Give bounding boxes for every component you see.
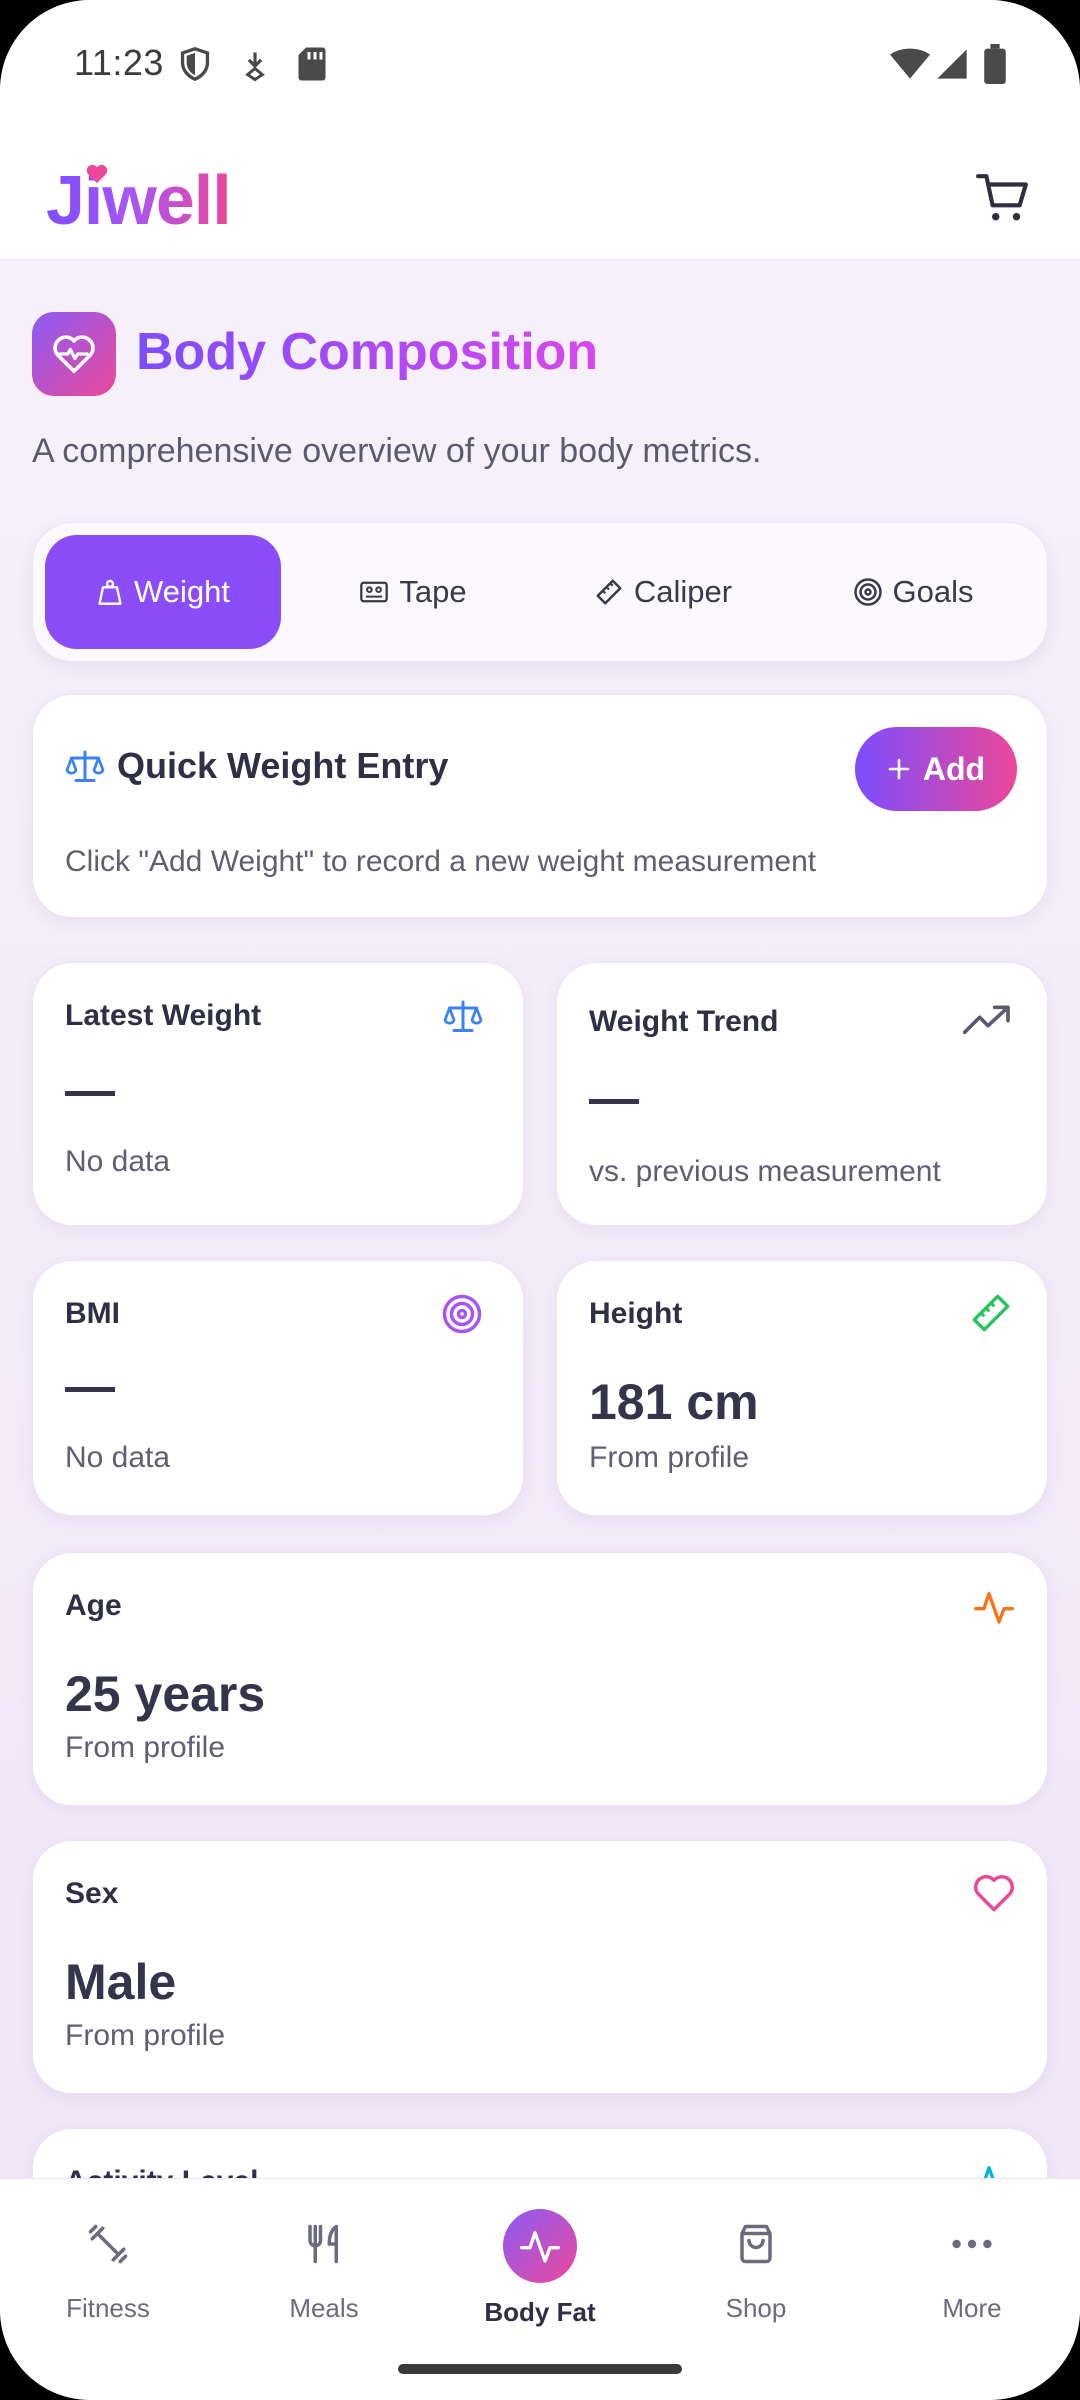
weight-trend-card[interactable]: Weight Trend — vs. previous measurement <box>556 962 1048 1226</box>
tab-caliper-label: Caliper <box>633 574 733 609</box>
card-title: Sex <box>65 1877 119 1910</box>
dumbbell-icon <box>73 2209 143 2279</box>
battery-icon <box>984 44 1006 84</box>
measurement-tabs: Weight Tape Caliper Goals <box>32 522 1048 662</box>
latest-weight-card[interactable]: Latest Weight — No data <box>32 962 524 1226</box>
activity-icon <box>974 1592 1014 1624</box>
utensils-icon <box>289 2209 359 2279</box>
home-indicator[interactable] <box>398 2364 682 2374</box>
activity-icon <box>983 2166 995 2178</box>
nav-body-fat[interactable]: Body Fat <box>450 2209 630 2349</box>
nav-meals-label: Meals <box>289 2293 359 2323</box>
tape-icon <box>360 581 389 603</box>
card-title: Latest Weight <box>65 999 262 1032</box>
card-note: No data <box>65 1441 171 1474</box>
card-value: 25 years <box>65 1666 266 1722</box>
weight-icon <box>98 579 122 605</box>
tab-tape[interactable]: Tape <box>295 535 531 649</box>
caliper-icon <box>596 579 622 605</box>
card-title: Height <box>589 1297 683 1330</box>
nav-fitness-label: Fitness <box>66 2293 150 2323</box>
tab-weight[interactable]: Weight <box>45 535 281 649</box>
card-value: Male <box>65 1954 177 2010</box>
card-value: — <box>65 1358 115 1414</box>
scale-icon <box>443 1000 483 1032</box>
download-icon <box>245 52 265 82</box>
card-title: Activity Level <box>65 2165 258 2178</box>
tab-weight-label: Weight <box>134 574 230 609</box>
tab-caliper[interactable]: Caliper <box>545 535 781 649</box>
scale-icon <box>65 750 105 782</box>
page-subtitle: A comprehensive overview of your body me… <box>32 432 762 470</box>
page-title: Body Composition <box>136 323 599 381</box>
heart-pulse-icon <box>53 335 95 374</box>
nav-shop[interactable]: Shop <box>666 2209 846 2349</box>
tab-goals[interactable]: Goals <box>795 535 1031 649</box>
activity-icon <box>503 2209 577 2283</box>
card-title: Age <box>65 1589 122 1622</box>
nav-more[interactable]: More <box>882 2209 1062 2349</box>
card-title: BMI <box>65 1297 120 1330</box>
card-note: From profile <box>65 1731 226 1764</box>
add-weight-button[interactable]: Add <box>855 727 1017 811</box>
nav-meals[interactable]: Meals <box>234 2209 414 2349</box>
height-card[interactable]: Height 181 cm From profile <box>556 1260 1048 1516</box>
add-button-label: Add <box>922 750 986 787</box>
tab-tape-label: Tape <box>399 574 467 609</box>
page-icon <box>32 312 116 396</box>
nav-more-label: More <box>942 2293 1002 2323</box>
sex-card[interactable]: Sex Male From profile <box>32 1840 1048 2094</box>
card-value: 181 cm <box>589 1374 759 1430</box>
status-time: 11:23 <box>74 42 164 83</box>
bmi-card[interactable]: BMI — No data <box>32 1260 524 1516</box>
more-icon <box>937 2209 1007 2279</box>
nav-shop-label: Shop <box>725 2293 787 2323</box>
shield-icon <box>180 47 210 82</box>
ruler-icon <box>972 1294 1010 1332</box>
age-card[interactable]: Age 25 years From profile <box>32 1552 1048 1806</box>
logo-heart-icon <box>86 164 108 184</box>
nav-body-fat-label: Body Fat <box>484 2297 596 2327</box>
main-content[interactable]: Body Composition A comprehensive overvie… <box>0 260 1080 2178</box>
card-value: — <box>65 1062 115 1118</box>
shopping-bag-icon <box>721 2209 791 2279</box>
status-bar: 11:23 <box>0 0 1080 130</box>
wifi-icon <box>890 48 930 79</box>
sd-card-icon <box>298 47 326 81</box>
card-title: Weight Trend <box>589 1005 779 1038</box>
target-icon <box>442 1294 482 1334</box>
target-icon <box>853 578 882 606</box>
plus-icon <box>888 758 910 780</box>
card-note: From profile <box>65 2019 226 2052</box>
trending-up-icon <box>963 1005 1010 1035</box>
phone-screen: 11:23 Jiwell Body Composition A comprehe… <box>0 0 1080 2400</box>
card-value: — <box>589 1070 639 1126</box>
signal-icon <box>937 49 967 79</box>
heart-icon <box>974 1875 1014 1912</box>
tab-goals-label: Goals <box>892 574 974 609</box>
activity-level-card[interactable]: Activity Level <box>32 2128 1048 2178</box>
quick-entry-title: Quick Weight Entry <box>117 745 449 786</box>
quick-entry-description: Click "Add Weight" to record a new weigh… <box>65 845 817 878</box>
nav-fitness[interactable]: Fitness <box>18 2209 198 2349</box>
quick-weight-entry-card: Quick Weight Entry Add Click "Add Weight… <box>32 694 1048 918</box>
card-note: From profile <box>589 1441 750 1474</box>
app-logo[interactable]: Jiwell <box>46 160 232 240</box>
card-note: vs. previous measurement <box>589 1155 941 1188</box>
card-note: No data <box>65 1145 171 1178</box>
cart-icon[interactable] <box>976 172 1030 224</box>
